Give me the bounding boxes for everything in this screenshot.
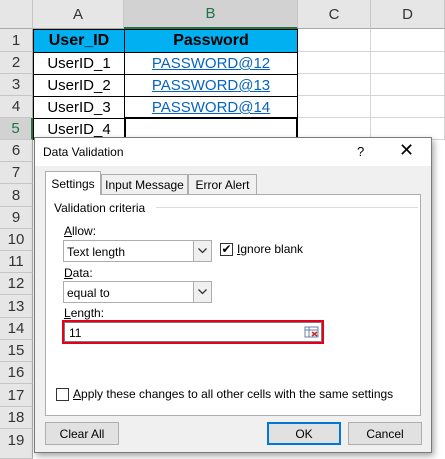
group-divider [156, 207, 418, 208]
apply-all-label[interactable]: Apply these changes to all other cells w… [73, 387, 393, 401]
row-header[interactable]: 1 [0, 29, 33, 52]
cell-password-link[interactable]: PASSWORD@13 [124, 74, 298, 97]
column-header-b[interactable]: B [124, 0, 298, 29]
close-icon[interactable]: ✕ [399, 140, 414, 160]
row-header[interactable]: 5 [0, 118, 33, 140]
cell-user-id[interactable]: UserID_3 [33, 96, 125, 119]
grid-cell[interactable] [371, 29, 445, 52]
grid-cell[interactable] [371, 74, 445, 96]
row-header[interactable]: 14 [0, 318, 33, 340]
select-all-corner[interactable] [0, 0, 33, 29]
column-header-a[interactable]: A [33, 0, 124, 29]
apply-all-checkbox[interactable] [56, 388, 69, 401]
chevron-down-icon[interactable] [193, 282, 211, 302]
data-validation-dialog: Data Validation ? ✕ Settings Input Messa… [34, 137, 432, 453]
dialog-titlebar[interactable]: Data Validation ? ✕ [35, 138, 431, 166]
row-header[interactable]: 19 [0, 429, 33, 459]
help-button[interactable]: ? [357, 144, 364, 159]
row-header[interactable]: 6 [0, 140, 33, 162]
header-password[interactable]: Password [124, 29, 298, 53]
row-header[interactable]: 16 [0, 362, 33, 384]
row-header[interactable]: 15 [0, 340, 33, 362]
grid-cell[interactable] [298, 29, 371, 52]
grid-cell[interactable] [298, 96, 371, 118]
length-label: Length: [64, 306, 105, 320]
grid-cell[interactable] [371, 96, 445, 118]
grid-cell[interactable] [298, 52, 371, 74]
settings-panel: Validation criteria Allow: Text length ✔… [45, 194, 421, 416]
column-header-d[interactable]: D [371, 0, 445, 29]
ignore-blank-checkbox[interactable]: ✔ [220, 243, 233, 256]
allow-select[interactable]: Text length [63, 240, 212, 262]
row-header[interactable]: 7 [0, 162, 33, 184]
row-header[interactable]: 17 [0, 384, 33, 407]
cancel-button[interactable]: Cancel [348, 422, 422, 445]
row-header[interactable]: 9 [0, 207, 33, 229]
cell-user-id[interactable]: UserID_2 [33, 74, 125, 97]
row-header[interactable]: 18 [0, 407, 33, 429]
chevron-down-icon[interactable] [193, 241, 211, 261]
allow-value: Text length [67, 245, 126, 259]
data-value: equal to [67, 286, 110, 300]
grid-cell[interactable] [298, 74, 371, 96]
dialog-title: Data Validation [43, 145, 124, 159]
length-value: 11 [69, 326, 82, 340]
validation-criteria-label: Validation criteria [54, 201, 146, 215]
data-label: Data: [64, 266, 93, 280]
active-cell-b5[interactable] [124, 117, 298, 139]
column-header-c[interactable]: C [298, 0, 371, 29]
grid-cell[interactable] [371, 52, 445, 74]
row-header[interactable]: 13 [0, 295, 33, 318]
cell-user-id[interactable]: UserID_1 [33, 52, 125, 75]
row-header[interactable]: 10 [0, 229, 33, 251]
length-input[interactable]: 11 [64, 322, 322, 342]
row-header[interactable]: 11 [0, 251, 33, 273]
row-header[interactable]: 2 [0, 52, 33, 74]
cell-password-link[interactable]: PASSWORD@12 [124, 52, 298, 75]
cell-password-link[interactable]: PASSWORD@14 [124, 96, 298, 119]
row-header[interactable]: 4 [0, 96, 33, 118]
ok-button[interactable]: OK [267, 422, 341, 445]
ignore-blank-label[interactable]: Ignore blank [237, 242, 303, 256]
row-header[interactable]: 3 [0, 74, 33, 96]
row-header[interactable]: 12 [0, 273, 33, 295]
tab-error-alert[interactable]: Error Alert [188, 174, 257, 194]
header-user-id[interactable]: User_ID [33, 29, 125, 53]
row-header[interactable]: 8 [0, 184, 33, 207]
tab-settings[interactable]: Settings [45, 171, 101, 195]
allow-label: Allow: [64, 224, 97, 238]
tab-input-message[interactable]: Input Message [101, 174, 188, 194]
range-selector-icon[interactable] [304, 324, 320, 340]
clear-all-button[interactable]: Clear All [45, 422, 119, 445]
data-select[interactable]: equal to [63, 281, 212, 303]
